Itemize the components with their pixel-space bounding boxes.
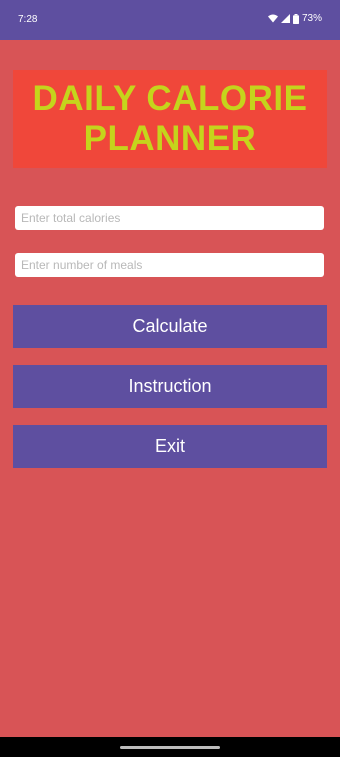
status-icons: 73% — [267, 13, 322, 24]
battery-icon — [292, 13, 299, 24]
navigation-bar — [0, 737, 340, 757]
battery-percent: 73% — [301, 13, 322, 24]
status-time: 7:28 — [18, 14, 38, 25]
status-bar: 7:28 73% — [0, 0, 340, 40]
title-line-1: DAILY CALORIE — [32, 79, 308, 118]
gesture-handle[interactable] — [120, 746, 220, 749]
title-banner: DAILY CALORIE PLANNER — [13, 70, 327, 168]
exit-button[interactable]: Exit — [13, 425, 327, 468]
title-line-2: PLANNER — [83, 119, 257, 158]
number-of-meals-input[interactable] — [15, 253, 324, 277]
calculate-button[interactable]: Calculate — [13, 305, 327, 348]
signal-icon — [280, 14, 290, 23]
wifi-icon — [267, 14, 278, 23]
total-calories-input[interactable] — [15, 206, 324, 230]
instruction-button[interactable]: Instruction — [13, 365, 327, 408]
